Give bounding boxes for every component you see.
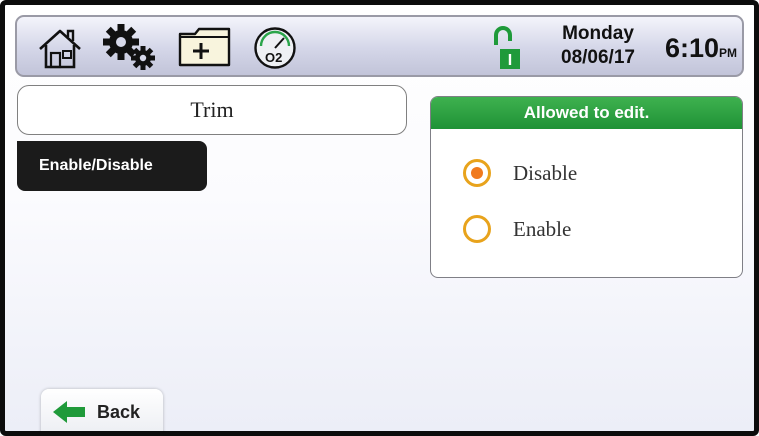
time-label: 6:10	[665, 33, 720, 63]
radio-enable[interactable]	[463, 215, 491, 243]
edit-permission-panel: Allowed to edit. Disable Enable	[430, 96, 743, 278]
lock-icon: I	[494, 26, 520, 69]
radio-disable[interactable]	[463, 159, 491, 187]
option-enable[interactable]: Enable	[463, 209, 571, 249]
back-button[interactable]: Back	[41, 389, 163, 431]
option-disable[interactable]: Disable	[463, 153, 577, 193]
section-title-trim: Trim	[17, 85, 407, 135]
enable-disable-button[interactable]: Enable/Disable	[17, 141, 207, 191]
new-folder-icon[interactable]	[177, 25, 233, 69]
option-enable-label: Enable	[513, 216, 572, 241]
o2-label: O2	[265, 50, 282, 65]
ampm-label: PM	[719, 46, 738, 60]
day-label: Monday	[562, 23, 634, 44]
panel-header: Allowed to edit.	[431, 97, 742, 129]
screen-frame: O2 I Monday 08/06/17 6:10PM Trim Enable/…	[0, 0, 759, 436]
option-disable-label: Disable	[513, 160, 578, 185]
settings-icon[interactable]	[101, 22, 159, 72]
back-label: Back	[97, 401, 141, 422]
back-arrow-icon	[53, 401, 85, 423]
o2-gauge-icon[interactable]: O2	[253, 26, 297, 70]
clock: 6:10PM	[665, 33, 737, 64]
enable-disable-label: Enable/Disable	[39, 157, 153, 174]
date-label: 08/06/17	[561, 47, 635, 68]
lock-letter: I	[508, 52, 512, 69]
status-bar: O2 I Monday 08/06/17 6:10PM	[15, 15, 744, 77]
home-icon[interactable]	[37, 27, 83, 69]
